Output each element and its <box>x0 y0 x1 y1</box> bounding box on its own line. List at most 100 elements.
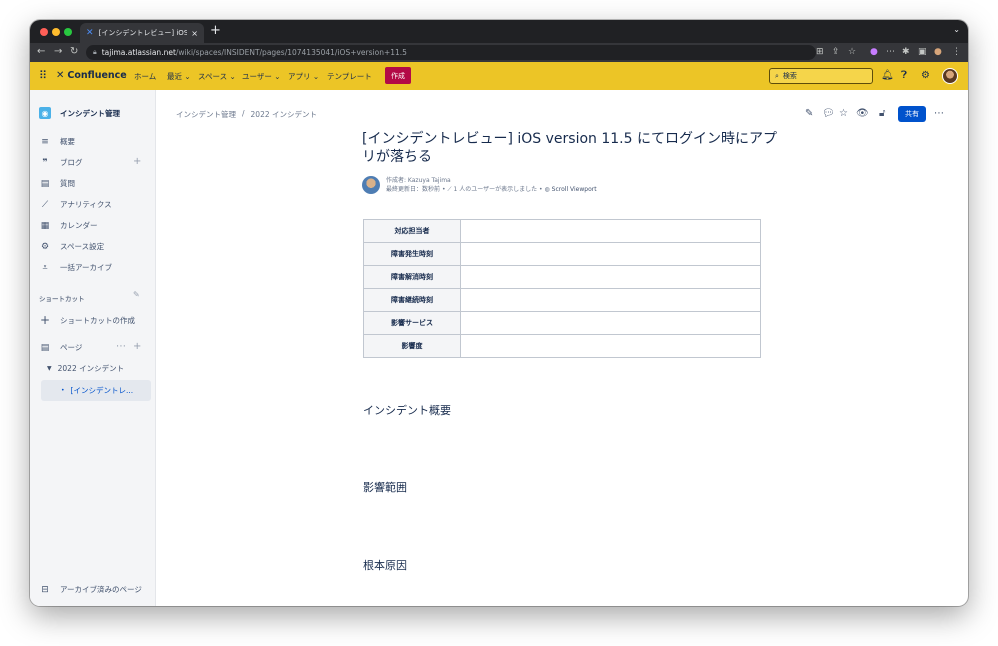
archive-box-icon: ⊟ <box>41 584 49 595</box>
space-logo-icon: ◉ <box>39 107 51 119</box>
nav-apps[interactable]: アプリ ⌄ <box>288 71 319 82</box>
byline-updated[interactable]: 最終更新日：数秒前 <box>386 186 440 193</box>
sidebar-item-label: 一括アーカイブ <box>60 263 113 272</box>
help-icon[interactable]: ❓︎ <box>901 70 907 81</box>
nav-home[interactable]: ホーム <box>134 71 156 82</box>
byline-views[interactable]: 1 人のユーザーが表示しました <box>454 186 538 193</box>
nav-recent[interactable]: 最近 ⌄ <box>167 71 191 82</box>
nav-apps-label: アプリ <box>288 72 311 81</box>
watch-eye-icon[interactable]: 👁︎ <box>856 108 869 119</box>
sidebar-item-label: 質問 <box>60 179 75 188</box>
table-value-cell[interactable] <box>460 288 761 312</box>
nav-spaces[interactable]: スペース ⌄ <box>198 71 236 82</box>
sidebar-item-questions[interactable]: ▤ 質問 <box>39 178 75 189</box>
create-button[interactable]: 作成 <box>385 67 411 84</box>
sidebar-item-analytics[interactable]: ⟋ アナリティクス <box>39 199 112 210</box>
gear-icon: ⚙ <box>40 241 50 252</box>
add-blog-icon[interactable]: + <box>133 156 141 167</box>
restrictions-lock-icon[interactable]: 🔓︎ <box>879 108 885 119</box>
sidebar-item-space-settings[interactable]: ⚙ スペース設定 <box>39 241 104 252</box>
bookmark-star-icon[interactable]: ☆ <box>848 47 856 57</box>
nav-spaces-label: スペース <box>198 72 228 81</box>
extension-menu-icon[interactable]: ⋯ <box>886 47 895 57</box>
tab-search-icon[interactable]: ⌄ <box>953 25 960 34</box>
archived-pages-link[interactable]: ⊟ アーカイブ済みのページ <box>39 584 142 595</box>
sidebar-item-label: アナリティクス <box>60 200 112 209</box>
user-avatar[interactable] <box>942 68 958 84</box>
byline-meta: 作成者: Kazuya Tajima 最終更新日：数秒前 • ⟋ 1 人のユーザ… <box>386 176 597 194</box>
sidebar-item-blog[interactable]: ❞ ブログ <box>39 157 83 168</box>
translate-icon[interactable]: ⊞ <box>816 47 824 57</box>
tab-strip: ✕ [インシデントレビュー] iOS versio × + ⌄ <box>30 20 968 43</box>
notifications-icon[interactable]: 🔔︎ <box>881 70 894 81</box>
share-button[interactable]: 共有 <box>898 106 926 122</box>
space-name: インシデント管理 <box>60 108 120 118</box>
confluence-logo[interactable]: ✕ Confluence <box>56 70 127 81</box>
globe-icon: ◍ <box>544 186 550 193</box>
extension-icon[interactable]: ● <box>870 47 878 57</box>
new-tab-button[interactable]: + <box>210 24 221 38</box>
chevron-down-icon[interactable]: ▼ <box>47 365 52 372</box>
author-avatar[interactable] <box>362 176 380 194</box>
nav-templates[interactable]: テンプレート <box>327 71 372 82</box>
add-page-icon[interactable]: + <box>133 341 141 352</box>
lock-icon: 🔒︎ <box>93 48 97 56</box>
incident-info-table: 対応担当者 障害発生時刻 障害解消時刻 障害継続時刻 影響サービス 影響度 <box>363 219 761 358</box>
table-value-cell[interactable] <box>460 242 761 266</box>
address-bar[interactable]: 🔒︎ tajima.atlassian.net /wiki/spaces/INS… <box>86 45 816 60</box>
sidebar-item-pages[interactable]: ▤ ページ <box>39 342 83 353</box>
extensions-puzzle-icon[interactable]: ✱ <box>902 47 910 57</box>
table-value-cell[interactable] <box>460 265 761 289</box>
settings-gear-icon[interactable]: ⚙ <box>921 70 930 81</box>
page-tree-parent[interactable]: ▼ 2022 インシデント <box>47 363 124 374</box>
analytics-icon: ⟋ <box>41 199 49 210</box>
scroll-viewport-link[interactable]: Scroll Viewport <box>552 186 597 193</box>
pages-icon: ▤ <box>40 342 50 353</box>
table-value-cell[interactable] <box>460 334 761 358</box>
confluence-logo-text: Confluence <box>67 70 127 81</box>
share-page-icon[interactable]: ⇪ <box>832 47 840 57</box>
nav-recent-label: 最近 <box>167 72 182 81</box>
reload-icon[interactable]: ↻ <box>70 46 78 58</box>
table-value-cell[interactable] <box>460 219 761 243</box>
sidebar-item-label: ページ <box>60 343 83 352</box>
sidebar-item-bulk-archive[interactable]: ⩡ 一括アーカイブ <box>39 262 112 273</box>
edit-shortcuts-icon[interactable]: ✎ <box>133 290 140 299</box>
breadcrumb: インシデント管理 / 2022 インシデント <box>176 109 317 120</box>
close-tab-icon[interactable]: × <box>191 29 198 38</box>
profile-avatar-icon[interactable]: ● <box>934 47 942 57</box>
breadcrumb-parent[interactable]: 2022 インシデント <box>251 109 317 120</box>
space-header[interactable]: ◉ インシデント管理 <box>39 107 120 119</box>
bulk-archive-icon: ⩡ <box>42 262 48 273</box>
breadcrumb-space[interactable]: インシデント管理 <box>176 109 236 120</box>
more-actions-icon[interactable]: ⋯ <box>116 341 126 352</box>
section-heading-root-cause: 根本原因 <box>363 559 407 572</box>
sidebar-item-overview[interactable]: ≡ 概要 <box>39 136 75 147</box>
create-shortcut-label: ショートカットの作成 <box>60 315 135 325</box>
chrome-menu-icon[interactable]: ⋮ <box>952 47 961 57</box>
edit-pencil-icon[interactable]: ✎ <box>805 108 813 119</box>
byline-author[interactable]: 作成者: Kazuya Tajima <box>386 176 597 185</box>
more-options-icon[interactable]: ⋯ <box>934 108 944 119</box>
comment-icon[interactable]: 💬︎ <box>822 108 835 119</box>
table-value-cell[interactable] <box>460 311 761 335</box>
back-icon[interactable]: ← <box>37 46 45 58</box>
sidebar-item-label: ブログ <box>60 158 83 167</box>
confluence-favicon-icon: ✕ <box>86 27 94 38</box>
minimize-window-button[interactable] <box>52 28 60 36</box>
close-window-button[interactable] <box>40 28 48 36</box>
app-switcher-icon[interactable]: ⠿ <box>39 70 47 81</box>
browser-tab[interactable]: ✕ [インシデントレビュー] iOS versio × <box>80 23 204 43</box>
plus-icon: + <box>39 313 51 327</box>
create-shortcut-button[interactable]: + ショートカットの作成 <box>39 313 135 327</box>
nav-people-label: ユーザー <box>242 72 272 81</box>
side-panel-icon[interactable]: ▣ <box>918 47 927 57</box>
page-tree-current[interactable]: • [インシデントレ... <box>41 380 151 401</box>
search-input[interactable]: ⌕ 検索 <box>769 68 873 84</box>
nav-people[interactable]: ユーザー ⌄ <box>242 71 281 82</box>
forward-icon[interactable]: → <box>54 46 62 58</box>
section-heading-overview: インシデント概要 <box>363 404 451 417</box>
star-icon[interactable]: ☆ <box>839 108 848 119</box>
sidebar-item-calendar[interactable]: ▦ カレンダー <box>39 220 98 231</box>
zoom-window-button[interactable] <box>64 28 72 36</box>
